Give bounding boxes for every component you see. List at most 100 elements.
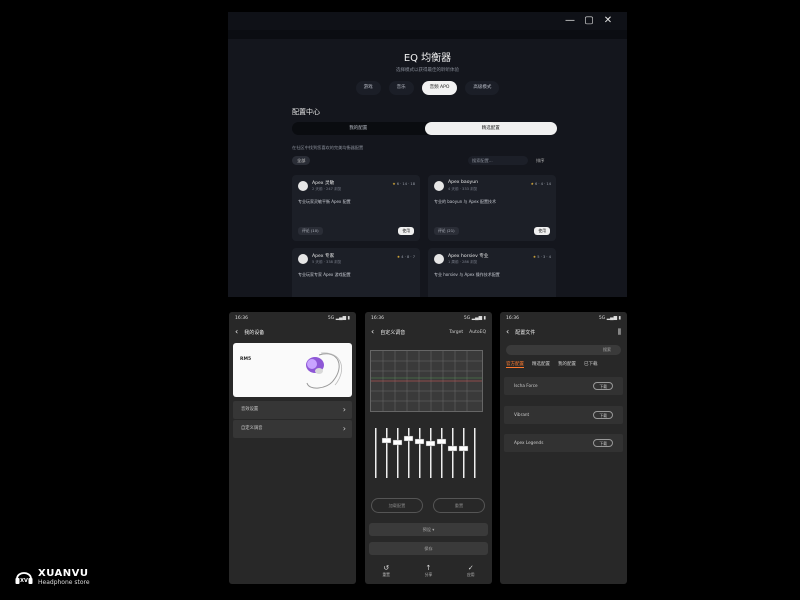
card-meta: 1 周前 · 286 浏览 [448, 260, 478, 264]
eq-sliders[interactable] [371, 424, 486, 484]
close-icon[interactable]: ✕ [602, 15, 614, 27]
profile-name: Vibrant [514, 412, 530, 417]
config-card[interactable]: Apex horsiev 专业 1 周前 · 286 浏览 ★ 5 · 3 · … [428, 248, 556, 297]
card-stats-text: 5 · 3 · 4 [537, 255, 551, 259]
tab-game[interactable]: 游戏 [355, 81, 381, 95]
card-stats-text: 6 · 14 · 18 [396, 182, 415, 186]
section-title: 配置中心 [292, 108, 320, 116]
autoeq-link[interactable]: AutoEQ [469, 330, 486, 335]
nav-label: 分享 [424, 572, 433, 577]
card-desc: 专业 horsiev 与 Apex 操作技术配置 [434, 272, 500, 277]
brand-name: XUANVU [38, 568, 89, 579]
card-stats: ★ 5 · 3 · 4 [533, 255, 551, 259]
nav-reset[interactable]: ↺ 重置 [382, 564, 390, 578]
product-label: RM5 [240, 357, 252, 362]
comments-button[interactable]: 评论 (10) [298, 227, 323, 235]
card-meta: 2 天前 · 247 浏览 [312, 187, 342, 191]
card-meta: 4 天前 · 333 浏览 [448, 187, 478, 191]
star-icon: ★ [396, 255, 401, 259]
card-stats: ★ 6 · 4 · 14 [531, 182, 551, 186]
menu-row-sound[interactable]: 音效设置 › [233, 401, 352, 419]
tab-mine[interactable]: 我的配置 [558, 361, 576, 368]
screenshot-collage: — ▢ ✕ EQ 均衡器 选择模式以获得最佳的聆听体验 游戏 音乐 音频 APO… [0, 0, 800, 600]
screen-header: ‹ 自定义调音 Target AutoEQ [365, 324, 492, 340]
earphone-icon [306, 352, 343, 389]
list-item: Vibrant 下载 [504, 406, 623, 424]
mode-tabs: 游戏 音乐 音频 APO 高级模式 [228, 81, 627, 95]
download-button[interactable]: 下载 [593, 439, 613, 447]
card-name: Apex horsiev 专业 [448, 254, 489, 259]
download-button[interactable]: 下载 [593, 411, 613, 419]
card-desc: 专业玩家灵敏平衡 Apex 配置 [298, 199, 351, 204]
tab-official[interactable]: 官方配置 [506, 361, 524, 368]
status-time: 16:36 [371, 316, 384, 321]
bottom-nav: ↺ 重置 ↑ 分享 ✓ 应用 [365, 564, 492, 578]
status-bar: 16:36 5G ▂▄▆ ▮ [365, 312, 492, 324]
search-input[interactable]: 搜索配置... [468, 156, 528, 165]
status-time: 16:36 [235, 316, 248, 321]
config-card[interactable]: Apex baoyun 4 天前 · 333 浏览 ★ 6 · 4 · 14 专… [428, 175, 556, 241]
list-item: Ischa Force 下载 [504, 377, 623, 395]
target-link[interactable]: Target [449, 330, 463, 335]
settings-icon[interactable]: ⫼ [618, 328, 621, 337]
screen-header: ‹ 配置文件 ⫼ [500, 324, 627, 340]
nav-apply[interactable]: ✓ 应用 [467, 564, 475, 578]
chevron-right-icon: › [342, 405, 346, 414]
title-bar: — ▢ ✕ [228, 12, 627, 30]
comments-button[interactable]: 评论 (21) [434, 227, 459, 235]
tab-advanced[interactable]: 高级模式 [465, 81, 500, 95]
tab-music[interactable]: 音乐 [388, 81, 414, 95]
undo-icon: ↺ [383, 564, 390, 572]
segment-my-configs[interactable]: 我的配置 [292, 122, 425, 135]
menu-row-custom-eq[interactable]: 自定义调音 › [233, 420, 352, 438]
share-icon: ↑ [425, 564, 432, 572]
status-bar: 16:36 5G ▂▄▆ ▮ [229, 312, 356, 324]
use-button[interactable]: 使用 [534, 227, 550, 235]
config-card[interactable]: Apex 灵敏 2 天前 · 247 浏览 ★ 6 · 14 · 18 专业玩家… [292, 175, 420, 241]
avatar [298, 254, 308, 264]
minimize-icon[interactable]: — [564, 15, 576, 27]
profile-name: Apex Legends [514, 440, 544, 445]
toolbar-strip [228, 30, 627, 39]
tab-downloaded[interactable]: 已下载 [584, 361, 598, 368]
search-input[interactable]: 搜索 [506, 345, 621, 355]
avatar [434, 181, 444, 191]
svg-text:XV: XV [20, 578, 28, 584]
nav-share[interactable]: ↑ 分享 [425, 564, 433, 578]
back-icon[interactable]: ‹ [371, 328, 374, 336]
download-button[interactable]: 下载 [593, 382, 613, 390]
maximize-icon[interactable]: ▢ [583, 15, 595, 27]
page-subtitle: 选择模式以获得最佳的聆听体验 [396, 68, 459, 73]
phone-eq-screen: 16:36 5G ▂▄▆ ▮ ‹ 自定义调音 Target AutoEQ 加载配… [365, 312, 492, 584]
tab-featured[interactable]: 精选配置 [532, 361, 550, 368]
filter-chip[interactable]: 全部 [292, 156, 311, 165]
check-icon: ✓ [467, 564, 474, 572]
preset-select[interactable]: 预设 ▾ [369, 523, 488, 536]
nav-label: 重置 [382, 572, 390, 577]
segment-featured[interactable]: 精选配置 [424, 122, 557, 135]
card-name: Apex 灵敏 [312, 181, 335, 186]
status-bar: 16:36 5G ▂▄▆ ▮ [500, 312, 627, 324]
brand-tagline: Headphone store [38, 579, 90, 586]
reset-button[interactable]: 重置 [433, 498, 485, 513]
screen-title: 我的设备 [244, 329, 265, 336]
save-button[interactable]: 保存 [369, 542, 488, 555]
back-icon[interactable]: ‹ [235, 328, 238, 336]
avatar [434, 254, 444, 264]
config-card[interactable]: Apex 专家 5 天前 · 338 浏览 ★ 4 · 8 · 7 专业玩家专家… [292, 248, 420, 297]
card-meta: 5 天前 · 338 浏览 [312, 260, 342, 264]
sort-button[interactable]: 排序 [536, 156, 544, 165]
list-item: Apex Legends 下载 [504, 434, 623, 452]
card-stats: ★ 4 · 8 · 7 [397, 255, 415, 259]
star-icon: ★ [530, 182, 534, 186]
profile-tabs: 官方配置 精选配置 我的配置 已下载 [506, 361, 598, 368]
profile-name: Ischa Force [514, 383, 538, 388]
tab-apo[interactable]: 音频 APO [421, 81, 458, 95]
use-button[interactable]: 使用 [398, 227, 414, 235]
segment-control: 我的配置 精选配置 [292, 122, 557, 135]
load-config-button[interactable]: 加载配置 [371, 498, 423, 513]
back-icon[interactable]: ‹ [506, 328, 509, 336]
screen-title: 配置文件 [515, 329, 536, 336]
status-time: 16:36 [506, 316, 519, 321]
screen-title: 自定义调音 [380, 329, 406, 336]
